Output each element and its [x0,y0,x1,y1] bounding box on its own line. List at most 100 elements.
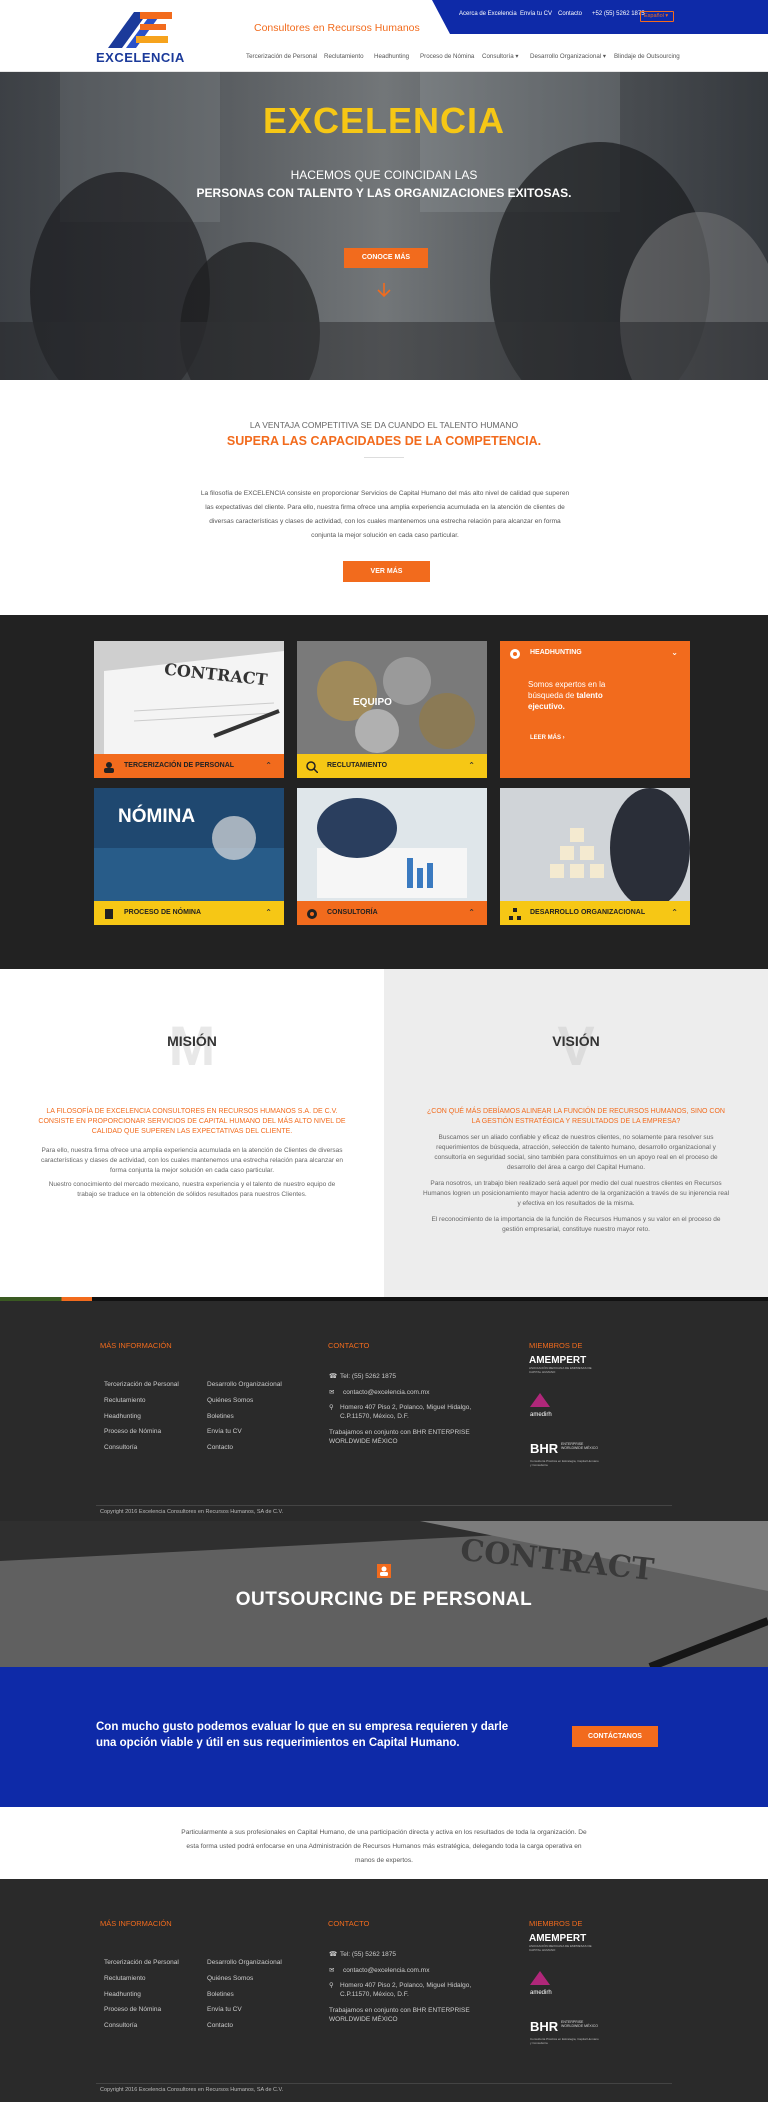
footer-link-contacto[interactable]: Contacto [207,2022,233,2029]
nav-item-tercerizacion[interactable]: Tercerización de Personal [246,53,317,60]
bhr-logo[interactable]: BHR ENTERPRISE WORLDWIDE MÉXICO Consulto… [530,2019,600,2049]
nav-item-desarrollo[interactable]: Desarrollo Organizacional ▾ [530,53,606,60]
amedirh-mark-icon [530,1971,550,1985]
footer-link-tercerizacion[interactable]: Tercerización de Personal [104,1381,179,1388]
amedirh-logo-text: amedirh [530,1412,552,1418]
document-icon [103,907,115,919]
service-bar: CONSULTORÍA ⌃ [297,901,487,925]
footer-link-reclutamiento[interactable]: Reclutamiento [104,1397,146,1404]
footer-divider [96,1505,672,1506]
nav-consultoria-label: Consultoría [482,53,514,60]
service-card-tercerizacion[interactable]: CONTRACT TERCERIZACIÓN DE PERSONAL ⌃ [94,641,284,778]
topbar-cv-link[interactable]: Envía tu CV [520,11,552,17]
nav-item-nomina[interactable]: Proceso de Nómina [420,53,474,60]
language-label: Español [644,13,664,19]
footer-link-tercerizacion[interactable]: Tercerización de Personal [104,1959,179,1966]
topbar-about-link[interactable]: Acerca de Excelencia [459,11,517,17]
map-pin-icon: ⚲ [329,1982,334,1989]
nav-item-reclutamiento[interactable]: Reclutamiento [324,53,364,60]
mision-paragraph-2: Nuestro conocimiento del mercado mexican… [48,1181,336,1198]
footer-contact-title: CONTACTO [328,1341,370,1350]
service-card-consultoria[interactable]: CONSULTORÍA ⌃ [297,788,487,925]
topbar-phone: +52 (55) 5262 1875 [592,11,645,17]
vision-lead: ¿CON QUÉ MÁS DEBÍAMOS ALINEAR LA FUNCIÓN… [427,1108,725,1125]
nav-item-blindaje[interactable]: Blindaje de Outsourcing [614,53,680,60]
footer: MÁS INFORMACIÓN Tercerización de Persona… [0,1301,768,1524]
footer-link-consultoria[interactable]: Consultoría [104,2022,137,2029]
mision-panel: M MISIÓN LA FILOSOFÍA DE EXCELENCIA CONS… [0,969,384,1300]
vision-paragraph-1: Buscamos ser un aliado confiable y efica… [434,1134,718,1171]
service-label: RECLUTAMIENTO [327,762,388,769]
footer-link-contacto[interactable]: Contacto [207,1444,233,1451]
footer-link-nomina[interactable]: Proceso de Nómina [104,2006,161,2013]
people-icon [377,1564,391,1578]
logo-mark-icon [108,12,172,48]
amedirh-logo[interactable]: amedirh [530,1393,580,1423]
footer-more-info-title: MÁS INFORMACIÓN [100,1919,172,1928]
scroll-down-arrow-icon[interactable] [374,280,394,300]
footer-link-boletines[interactable]: Boletines [207,1991,234,1998]
bhr-logo-subtitle: Consultoría Práctica en Estrategia, Capi… [530,1459,599,1467]
read-more-label: LEER MÁS [530,735,562,741]
service-bar: HEADHUNTING ⌄ [500,641,690,665]
headhunting-read-more-link[interactable]: LEER MÁS › [530,735,565,741]
footer-link-headhunting[interactable]: Headhunting [104,1991,141,1998]
footer-link-consultoria[interactable]: Consultoría [104,1444,137,1451]
language-select[interactable]: Español ▾ [640,11,674,22]
service-card-desarrollo[interactable]: DESARROLLO ORGANIZACIONAL ⌃ [500,788,690,925]
vision-panel: V VISIÓN ¿CON QUÉ MÁS DEBÍAMOS ALINEAR L… [384,969,768,1300]
mision-lead: LA FILOSOFÍA DE EXCELENCIA CONSULTORES E… [38,1108,346,1135]
footer-link-quienes-somos[interactable]: Quiénes Somos [207,1975,253,1982]
footer-link-nomina[interactable]: Proceso de Nómina [104,1428,161,1435]
chevron-down-icon: ▾ [513,53,519,60]
intro-more-button[interactable]: VER MÁS [343,561,430,582]
footer-email[interactable]: contacto@excelencia.com.mx [343,1966,429,1975]
footer-copyright: Copyright 2016 Excelencia Consultores en… [100,2087,284,2093]
chevron-down-icon: ▾ [601,53,607,60]
vision-paragraph-3: El reconocimiento de la importancia de l… [431,1216,721,1233]
cta-text: Con mucho gusto podemos evaluar lo que e… [96,1721,509,1749]
mision-title: MISIÓN [167,1033,217,1049]
bhr-logo[interactable]: BHR ENTERPRISE WORLDWIDE MÉXICO Consulto… [530,1441,600,1471]
mail-icon: ✉ [329,1389,335,1396]
phone-icon: ☎ [329,1951,338,1958]
footer-link-desarrollo[interactable]: Desarrollo Organizacional [207,1959,282,1966]
amempert-logo[interactable]: AMEMPERT ASOCIACIÓN MEXICANA DE EMPRESAS… [529,1933,599,1959]
amempert-logo[interactable]: AMEMPERT ASOCIACIÓN MEXICANA DE EMPRESAS… [529,1355,599,1381]
chevron-up-icon: ⌃ [265,908,272,917]
hero-cta-button[interactable]: CONOCE MÁS [344,248,428,268]
service-card-headhunting[interactable]: HEADHUNTING ⌄ Somos expertos en la búsqu… [500,641,690,778]
footer-link-reclutamiento[interactable]: Reclutamiento [104,1975,146,1982]
chevron-down-icon: ⌄ [671,648,678,657]
service-label: PROCESO DE NÓMINA [124,909,202,916]
org-chart-icon [509,907,521,920]
chevron-down-icon: ▾ [663,13,669,19]
topbar-contact-link[interactable]: Contacto [558,11,582,17]
footer-link-desarrollo[interactable]: Desarrollo Organizacional [207,1381,282,1388]
amempert-logo-text: AMEMPERT [529,1933,587,1944]
nav-item-headhunting[interactable]: Headhunting [374,53,409,60]
outsourcing-paragraph: Particularmente a sus profesionales en C… [181,1829,587,1864]
footer-link-headhunting[interactable]: Headhunting [104,1413,141,1420]
service-label: DESARROLLO ORGANIZACIONAL [530,909,646,916]
brand-tagline: Consultores en Recursos Humanos [254,22,420,34]
mail-icon: ✉ [329,1967,335,1974]
footer-link-boletines[interactable]: Boletines [207,1413,234,1420]
chevron-right-icon: › [561,735,565,741]
footer-copyright: Copyright 2016 Excelencia Consultores en… [100,1509,284,1515]
chevron-up-icon: ⌃ [671,908,678,917]
footer-link-quienes-somos[interactable]: Quiénes Somos [207,1397,253,1404]
phone-icon: ☎ [329,1373,338,1380]
top-bar [432,0,768,34]
intro-pretitle: LA VENTAJA COMPETITIVA SE DA CUANDO EL T… [249,420,519,430]
service-label: CONSULTORÍA [327,909,378,916]
service-card-nomina[interactable]: NÓMINA PROCESO DE NÓMINA ⌃ [94,788,284,925]
map-pin-icon: ⚲ [329,1404,334,1411]
footer-link-envia-cv[interactable]: Envía tu CV [207,2006,242,2013]
footer-email[interactable]: contacto@excelencia.com.mx [343,1388,429,1397]
amedirh-logo[interactable]: amedirh [530,1971,580,2001]
footer-link-envia-cv[interactable]: Envía tu CV [207,1428,242,1435]
service-card-reclutamiento[interactable]: EQUIPO RECLUTAMIENTO ⌃ [297,641,487,778]
contact-us-button[interactable]: CONTÁCTANOS [572,1726,658,1747]
nav-item-consultoria[interactable]: Consultoría ▾ [482,53,518,60]
